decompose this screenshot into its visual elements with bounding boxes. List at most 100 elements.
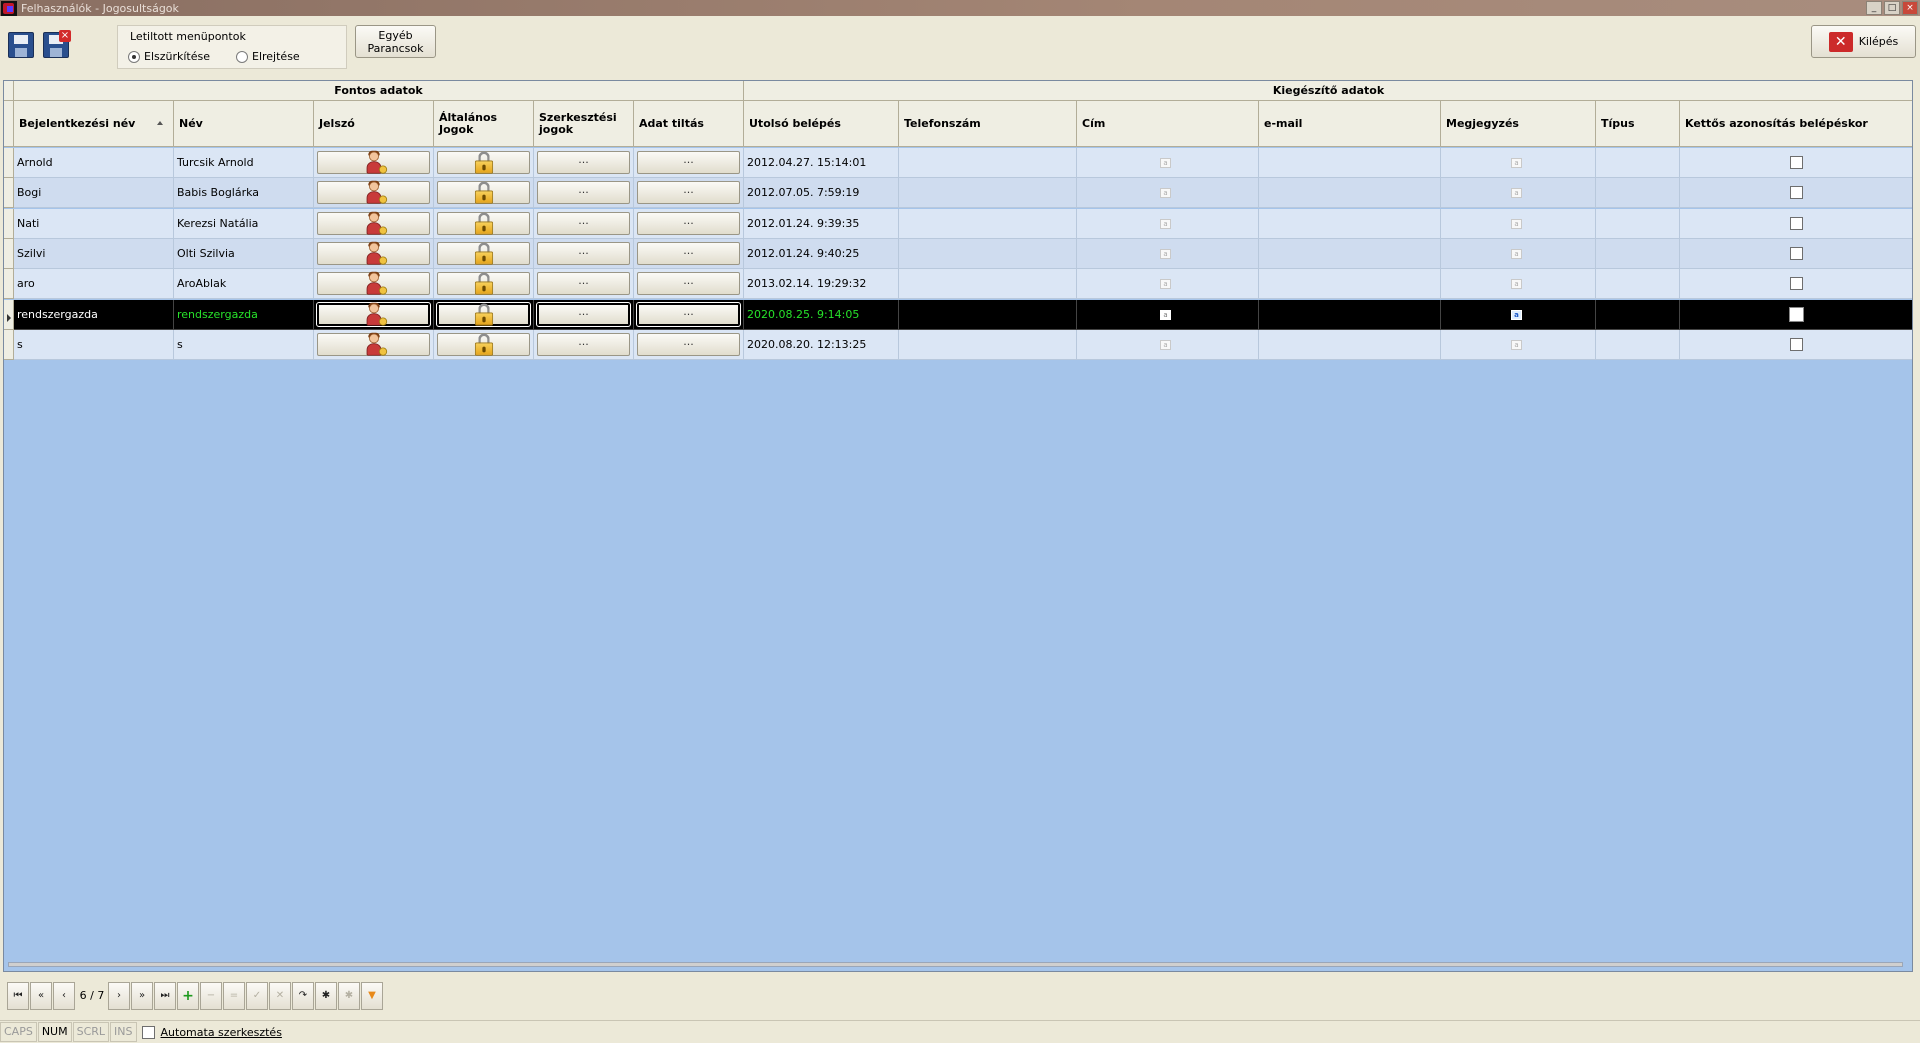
- cell-last-login[interactable]: 2012.01.24. 9:40:25: [744, 239, 899, 269]
- cell-note[interactable]: a: [1441, 178, 1596, 208]
- column-header-name[interactable]: Név: [174, 101, 314, 147]
- cell-type[interactable]: [1596, 209, 1680, 239]
- password-button[interactable]: [317, 332, 430, 356]
- goto-bookmark-button[interactable]: ✱: [338, 982, 360, 1010]
- cancel-button[interactable]: ✕: [269, 982, 291, 1010]
- two-factor-checkbox[interactable]: [1789, 307, 1804, 322]
- radio-button-icon[interactable]: [236, 50, 248, 63]
- cell-address[interactable]: a: [1077, 178, 1259, 208]
- two-factor-checkbox[interactable]: [1790, 277, 1803, 290]
- data-block-button[interactable]: ···: [637, 212, 740, 235]
- cell-email[interactable]: [1259, 330, 1441, 360]
- cell-login[interactable]: rendszergazda: [14, 300, 174, 330]
- delete-record-button[interactable]: −: [200, 982, 222, 1010]
- memo-icon[interactable]: a: [1160, 188, 1171, 198]
- column-header-phone[interactable]: Telefonszám: [899, 101, 1077, 147]
- cell-address[interactable]: a: [1077, 209, 1259, 239]
- edit-rights-button[interactable]: ···: [536, 302, 631, 327]
- cell-login[interactable]: s: [14, 330, 174, 360]
- column-header-data-block[interactable]: Adat tiltás: [634, 101, 744, 147]
- memo-icon[interactable]: a: [1511, 340, 1522, 350]
- password-button[interactable]: [317, 211, 430, 235]
- minimize-button[interactable]: _: [1866, 1, 1882, 15]
- cell-name[interactable]: s: [174, 330, 314, 360]
- general-rights-button[interactable]: [437, 181, 530, 204]
- data-block-button[interactable]: ···: [637, 333, 740, 356]
- last-record-button[interactable]: ⏭: [154, 982, 176, 1010]
- prev-record-button[interactable]: ‹: [53, 982, 75, 1010]
- column-header-note[interactable]: Megjegyzés: [1441, 101, 1596, 147]
- save-button[interactable]: [6, 30, 36, 60]
- prev-page-button[interactable]: «: [30, 982, 52, 1010]
- cell-login[interactable]: aro: [14, 269, 174, 299]
- cell-login[interactable]: Szilvi: [14, 239, 174, 269]
- cell-type[interactable]: [1596, 300, 1680, 330]
- post-button[interactable]: ✓: [246, 982, 268, 1010]
- memo-icon[interactable]: a: [1160, 310, 1171, 320]
- password-button[interactable]: [317, 180, 430, 204]
- cell-type[interactable]: [1596, 269, 1680, 299]
- cell-last-login[interactable]: 2012.01.24. 9:39:35: [744, 209, 899, 239]
- row-indicator[interactable]: [4, 148, 14, 178]
- cell-note[interactable]: a: [1441, 148, 1596, 178]
- cell-phone[interactable]: [899, 148, 1077, 178]
- close-button[interactable]: ×: [1902, 1, 1918, 15]
- cell-login[interactable]: Nati: [14, 209, 174, 239]
- discard-changes-button[interactable]: ×: [41, 30, 71, 60]
- general-rights-button[interactable]: [437, 151, 530, 174]
- radio-button-icon[interactable]: [128, 50, 140, 63]
- cell-phone[interactable]: [899, 269, 1077, 299]
- column-header-login[interactable]: Bejelentkezési név: [14, 101, 174, 147]
- cell-name[interactable]: Kerezsi Natália: [174, 209, 314, 239]
- table-row[interactable]: Arnold Turcsik Arnold ··· ··· 2012.04.27. 15…: [4, 148, 1912, 178]
- radio-hide[interactable]: Elrejtése: [236, 50, 300, 63]
- memo-icon[interactable]: a: [1511, 219, 1522, 229]
- cell-name[interactable]: Olti Szilvia: [174, 239, 314, 269]
- table-row[interactable]: aro AroAblak ··· ··· 2013.02.14. 19:29:32 a a: [4, 269, 1912, 299]
- row-indicator[interactable]: [4, 178, 14, 208]
- cell-address[interactable]: a: [1077, 239, 1259, 269]
- memo-icon[interactable]: a: [1511, 310, 1522, 320]
- other-commands-button[interactable]: Egyéb Parancsok: [355, 25, 436, 58]
- maximize-button[interactable]: □: [1884, 1, 1900, 15]
- checkbox-icon[interactable]: [141, 1025, 155, 1039]
- cell-email[interactable]: [1259, 148, 1441, 178]
- cell-note[interactable]: a: [1441, 239, 1596, 269]
- memo-icon[interactable]: a: [1160, 279, 1171, 289]
- cell-email[interactable]: [1259, 300, 1441, 330]
- password-button[interactable]: [317, 271, 430, 295]
- delete-all-button[interactable]: =: [223, 982, 245, 1010]
- edit-rights-button[interactable]: ···: [537, 181, 630, 204]
- edit-rights-button[interactable]: ···: [537, 212, 630, 235]
- row-indicator[interactable]: [4, 330, 14, 360]
- cell-phone[interactable]: [899, 239, 1077, 269]
- data-block-button[interactable]: ···: [637, 242, 740, 265]
- column-header-email[interactable]: e-mail: [1259, 101, 1441, 147]
- two-factor-checkbox[interactable]: [1790, 156, 1803, 169]
- cell-note[interactable]: a: [1441, 330, 1596, 360]
- general-rights-button[interactable]: [437, 333, 530, 356]
- general-rights-button[interactable]: [437, 242, 530, 265]
- first-record-button[interactable]: ⏮: [7, 982, 29, 1010]
- cell-name[interactable]: Babis Boglárka: [174, 178, 314, 208]
- cell-note[interactable]: a: [1441, 269, 1596, 299]
- next-record-button[interactable]: ›: [108, 982, 130, 1010]
- edit-rights-button[interactable]: ···: [537, 272, 630, 295]
- cell-last-login[interactable]: 2020.08.25. 9:14:05: [744, 300, 899, 330]
- cell-last-login[interactable]: 2020.08.20. 12:13:25: [744, 330, 899, 360]
- memo-icon[interactable]: a: [1511, 188, 1522, 198]
- cell-email[interactable]: [1259, 209, 1441, 239]
- cell-name[interactable]: AroAblak: [174, 269, 314, 299]
- general-rights-button[interactable]: [436, 302, 531, 327]
- bookmark-button[interactable]: ✱: [315, 982, 337, 1010]
- cell-email[interactable]: [1259, 239, 1441, 269]
- cell-name[interactable]: rendszergazda: [174, 300, 314, 330]
- cell-address[interactable]: a: [1077, 148, 1259, 178]
- cell-note[interactable]: a: [1441, 209, 1596, 239]
- column-header-type[interactable]: Típus: [1596, 101, 1680, 147]
- data-block-button[interactable]: ···: [636, 302, 741, 327]
- memo-icon[interactable]: a: [1511, 279, 1522, 289]
- auto-edit-checkbox[interactable]: Automata szerkesztés: [141, 1025, 282, 1039]
- memo-icon[interactable]: a: [1160, 219, 1171, 229]
- row-indicator[interactable]: [4, 209, 14, 239]
